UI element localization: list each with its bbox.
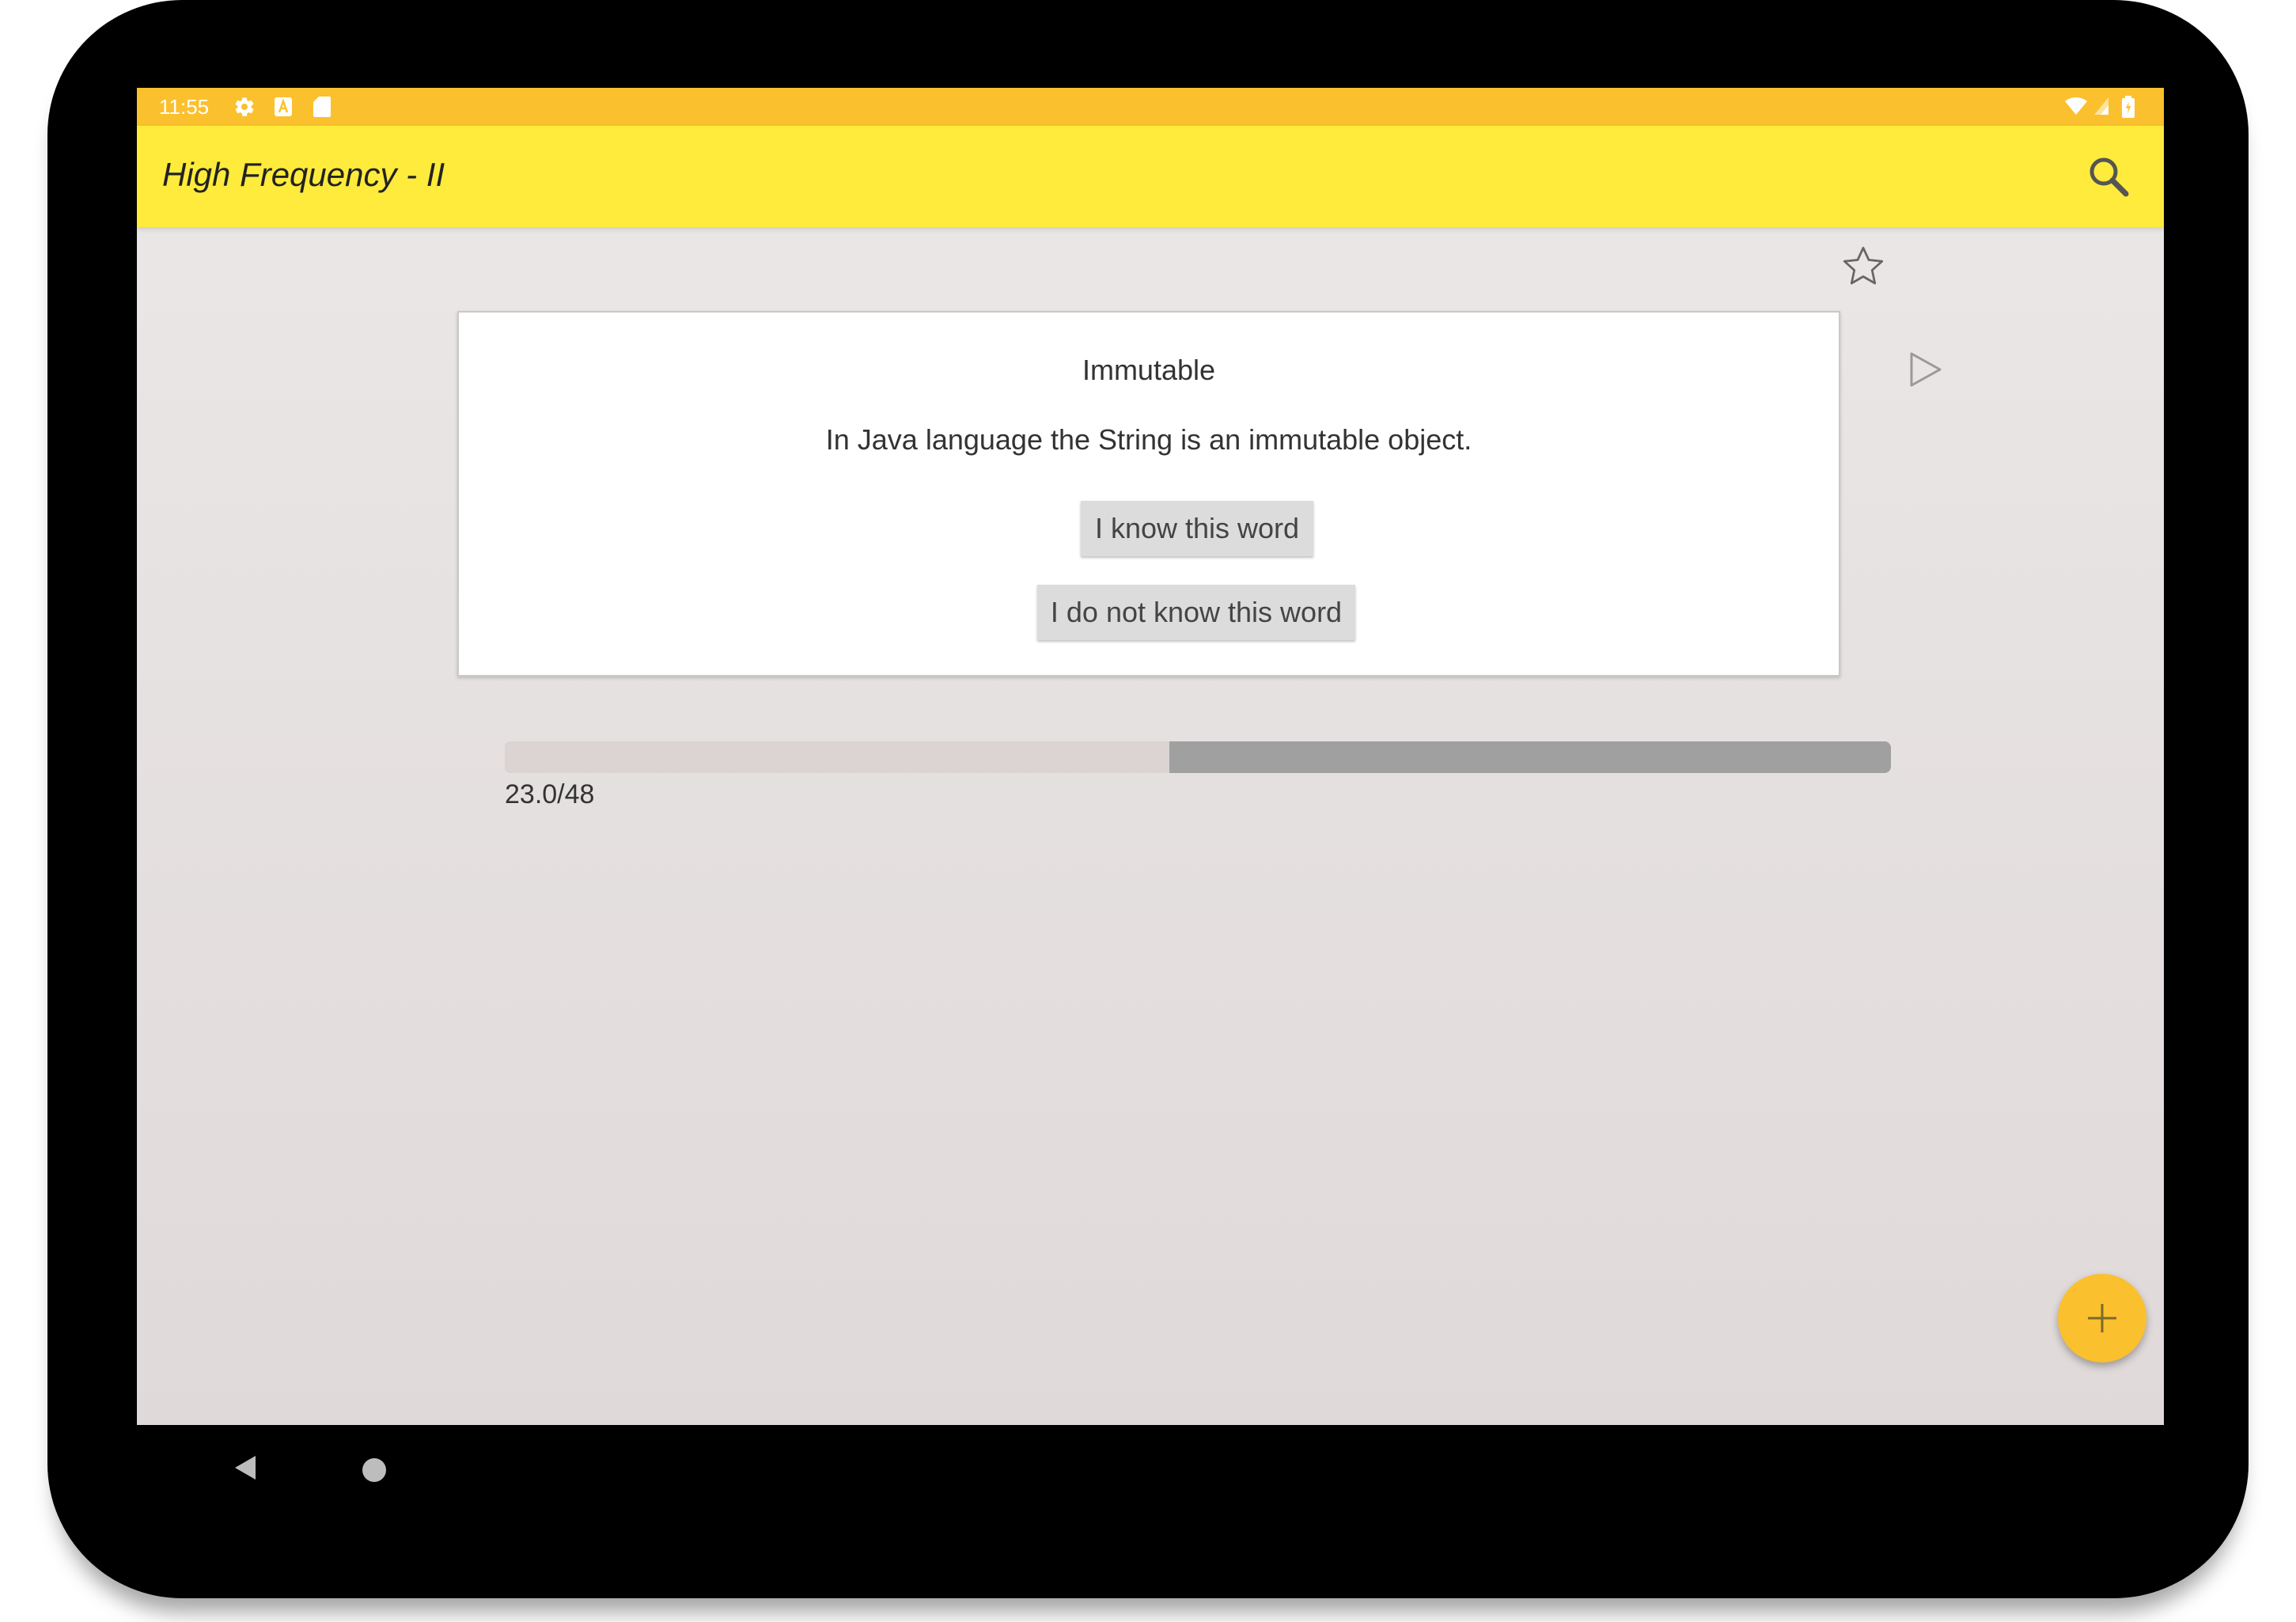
wifi-icon (2064, 96, 2088, 120)
star-outline-icon[interactable] (1839, 243, 1887, 290)
sd-card-icon (313, 96, 332, 122)
gear-icon (233, 96, 256, 122)
plus-icon (2088, 1304, 2116, 1332)
app-screen: 11:55 High Frequency - II Immutable In J… (137, 88, 2164, 1425)
back-triangle-icon[interactable] (233, 1454, 257, 1485)
play-icon[interactable] (1905, 350, 1945, 389)
progress-bar (505, 741, 1891, 773)
battery-icon (2122, 96, 2135, 122)
progress-bar-fill (505, 741, 1169, 773)
progress-label: 23.0/48 (505, 779, 595, 809)
status-bar: 11:55 (137, 88, 2164, 126)
a-letter-icon (274, 96, 293, 122)
app-bar: High Frequency - II (137, 126, 2164, 227)
word-title: Immutable (1082, 354, 1216, 386)
search-icon[interactable] (2085, 153, 2132, 200)
app-title: High Frequency - II (162, 156, 445, 193)
unknown-word-button[interactable]: I do not know this word (1037, 585, 1355, 640)
signal-icon (2093, 96, 2110, 120)
status-time: 11:55 (159, 95, 210, 119)
know-word-button[interactable]: I know this word (1081, 501, 1313, 556)
tablet-frame: 11:55 High Frequency - II Immutable In J… (47, 0, 2249, 1598)
example-sentence: In Java language the String is an immuta… (825, 423, 1472, 456)
home-circle-icon[interactable] (362, 1458, 386, 1482)
add-button[interactable] (2058, 1274, 2146, 1362)
